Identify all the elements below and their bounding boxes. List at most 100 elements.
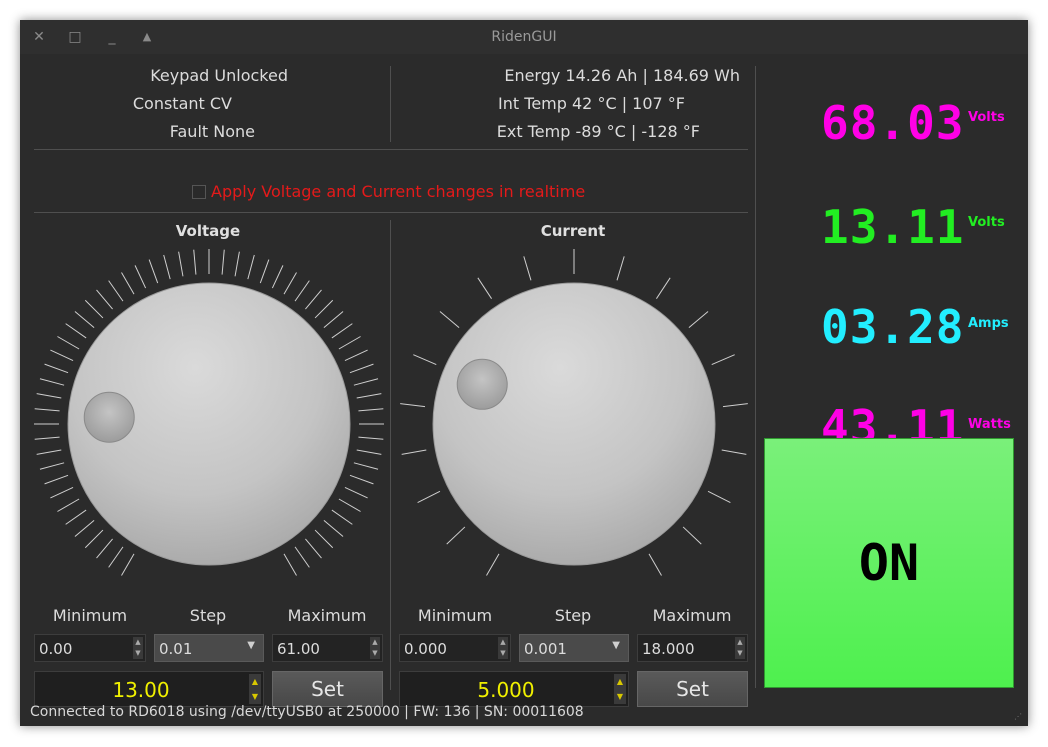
dial-tick: [44, 363, 69, 374]
current-output-readout: 03.28: [821, 300, 965, 354]
voltage-setpoint-input[interactable]: 13.00 ▲ ▼: [34, 671, 264, 707]
voltage-step-select[interactable]: 0.01 ▼: [154, 634, 264, 662]
dial-tick: [193, 249, 197, 275]
dial-tick: [356, 449, 382, 455]
dial-tick: [417, 490, 441, 503]
voltage-max-label: Maximum: [287, 606, 367, 625]
energy-status: Energy 14.26 Ah | 184.69 Wh: [504, 66, 740, 85]
voltage-dial[interactable]: [20, 234, 390, 584]
voltage-min-value: 0.00: [39, 640, 73, 658]
dial-tick: [688, 311, 709, 328]
current-step-select[interactable]: 0.001 ▼: [519, 634, 629, 662]
dial-tick: [247, 254, 255, 280]
current-min-input[interactable]: 0.000 ▲ ▼: [399, 634, 511, 662]
current-min-label: Minimum: [417, 606, 493, 625]
current-setpoint-input[interactable]: 5.000 ▲ ▼: [399, 671, 629, 707]
dial-tick: [36, 393, 62, 399]
dial-tick: [294, 280, 310, 302]
current-set-button[interactable]: Set: [637, 671, 748, 707]
current-knob[interactable]: [432, 282, 716, 566]
voltage-setpoint-stepper[interactable]: ▲ ▼: [249, 674, 261, 704]
dial-tick: [353, 378, 379, 386]
dial-tick: [323, 311, 344, 328]
dial-tick: [96, 538, 113, 559]
current-max-label: Maximum: [652, 606, 732, 625]
dial-tick: [134, 265, 147, 289]
fault-status: Fault None: [169, 122, 255, 141]
voltage-setpoint-value: 13.00: [112, 678, 170, 702]
dial-tick: [439, 311, 460, 328]
dial-tick: [39, 378, 65, 386]
dial-tick: [486, 553, 500, 576]
status-bar: Connected to RD6018 using /dev/ttyUSB0 a…: [30, 704, 584, 720]
dial-tick: [34, 408, 60, 412]
chevron-down-icon: ▼: [612, 640, 620, 651]
dial-tick: [349, 363, 374, 374]
dial-tick: [259, 259, 270, 284]
dial-tick: [121, 272, 135, 295]
dial-tick: [323, 520, 344, 537]
current-output-unit: Amps: [968, 316, 1009, 331]
mode-status: Constant CV: [132, 94, 232, 113]
dial-tick: [50, 349, 74, 362]
voltage-step-label: Step: [189, 606, 227, 625]
voltage-min-label: Minimum: [52, 606, 128, 625]
dial-tick: [331, 509, 353, 525]
current-min-stepper[interactable]: ▲ ▼: [498, 637, 508, 659]
dial-tick: [178, 251, 184, 277]
dial-tick: [271, 265, 284, 289]
dial-tick: [349, 474, 374, 485]
voltage-step-value: 0.01: [159, 640, 193, 658]
dial-tick: [353, 462, 379, 470]
current-step-label: Step: [554, 606, 592, 625]
voltage-min-input[interactable]: 0.00 ▲ ▼: [34, 634, 146, 662]
dial-tick: [356, 393, 382, 399]
voltage-output-readout: 13.11: [821, 200, 965, 254]
dial-tick: [84, 299, 104, 319]
current-max-value: 18.000: [642, 640, 695, 658]
dial-tick: [344, 486, 368, 499]
dial-tick: [477, 277, 492, 299]
keypad-status: Keypad Unlocked: [150, 66, 288, 85]
dial-tick: [148, 259, 159, 284]
voltage-setting-unit: Volts: [968, 110, 1005, 125]
resize-grip-icon[interactable]: ⋰: [1014, 712, 1024, 722]
dial-tick: [234, 251, 240, 277]
dial-tick: [358, 408, 384, 412]
voltage-max-input[interactable]: 61.00 ▲ ▼: [272, 634, 383, 662]
dial-tick: [305, 538, 322, 559]
realtime-checkbox[interactable]: [192, 185, 206, 199]
dial-tick: [44, 474, 69, 485]
current-min-value: 0.000: [404, 640, 447, 658]
chevron-down-icon: ▼: [247, 640, 255, 651]
voltage-max-value: 61.00: [277, 640, 320, 658]
dial-tick: [163, 254, 171, 280]
output-toggle-button[interactable]: ON: [764, 438, 1014, 688]
voltage-max-stepper[interactable]: ▲ ▼: [370, 637, 380, 659]
title-bar[interactable]: ✕ □ _ ▲ RidenGUI: [20, 20, 1028, 54]
panel-divider: [755, 66, 756, 688]
dial-tick: [36, 449, 62, 455]
dial-tick: [338, 336, 361, 350]
current-setpoint-value: 5.000: [477, 678, 535, 702]
dial-tick: [338, 498, 361, 512]
dial-tick: [711, 354, 735, 366]
dial-tick: [108, 546, 124, 568]
current-step-value: 0.001: [524, 640, 567, 658]
dial-tick: [314, 299, 334, 319]
dial-tick: [314, 529, 334, 549]
ext-temp-status: Ext Temp -89 °C | -128 °F: [496, 122, 700, 141]
dial-tick: [39, 462, 65, 470]
current-max-input[interactable]: 18.000 ▲ ▼: [637, 634, 748, 662]
dial-tick: [221, 249, 225, 275]
dial-tick: [65, 323, 87, 339]
current-dial[interactable]: [391, 234, 755, 584]
dial-tick: [344, 349, 368, 362]
voltage-knob-indicator: [83, 391, 135, 443]
current-setpoint-stepper[interactable]: ▲ ▼: [614, 674, 626, 704]
voltage-set-button[interactable]: Set: [272, 671, 383, 707]
divider-top: [34, 149, 748, 150]
current-max-stepper[interactable]: ▲ ▼: [735, 637, 745, 659]
voltage-min-stepper[interactable]: ▲ ▼: [133, 637, 143, 659]
info-divider: [390, 66, 391, 142]
